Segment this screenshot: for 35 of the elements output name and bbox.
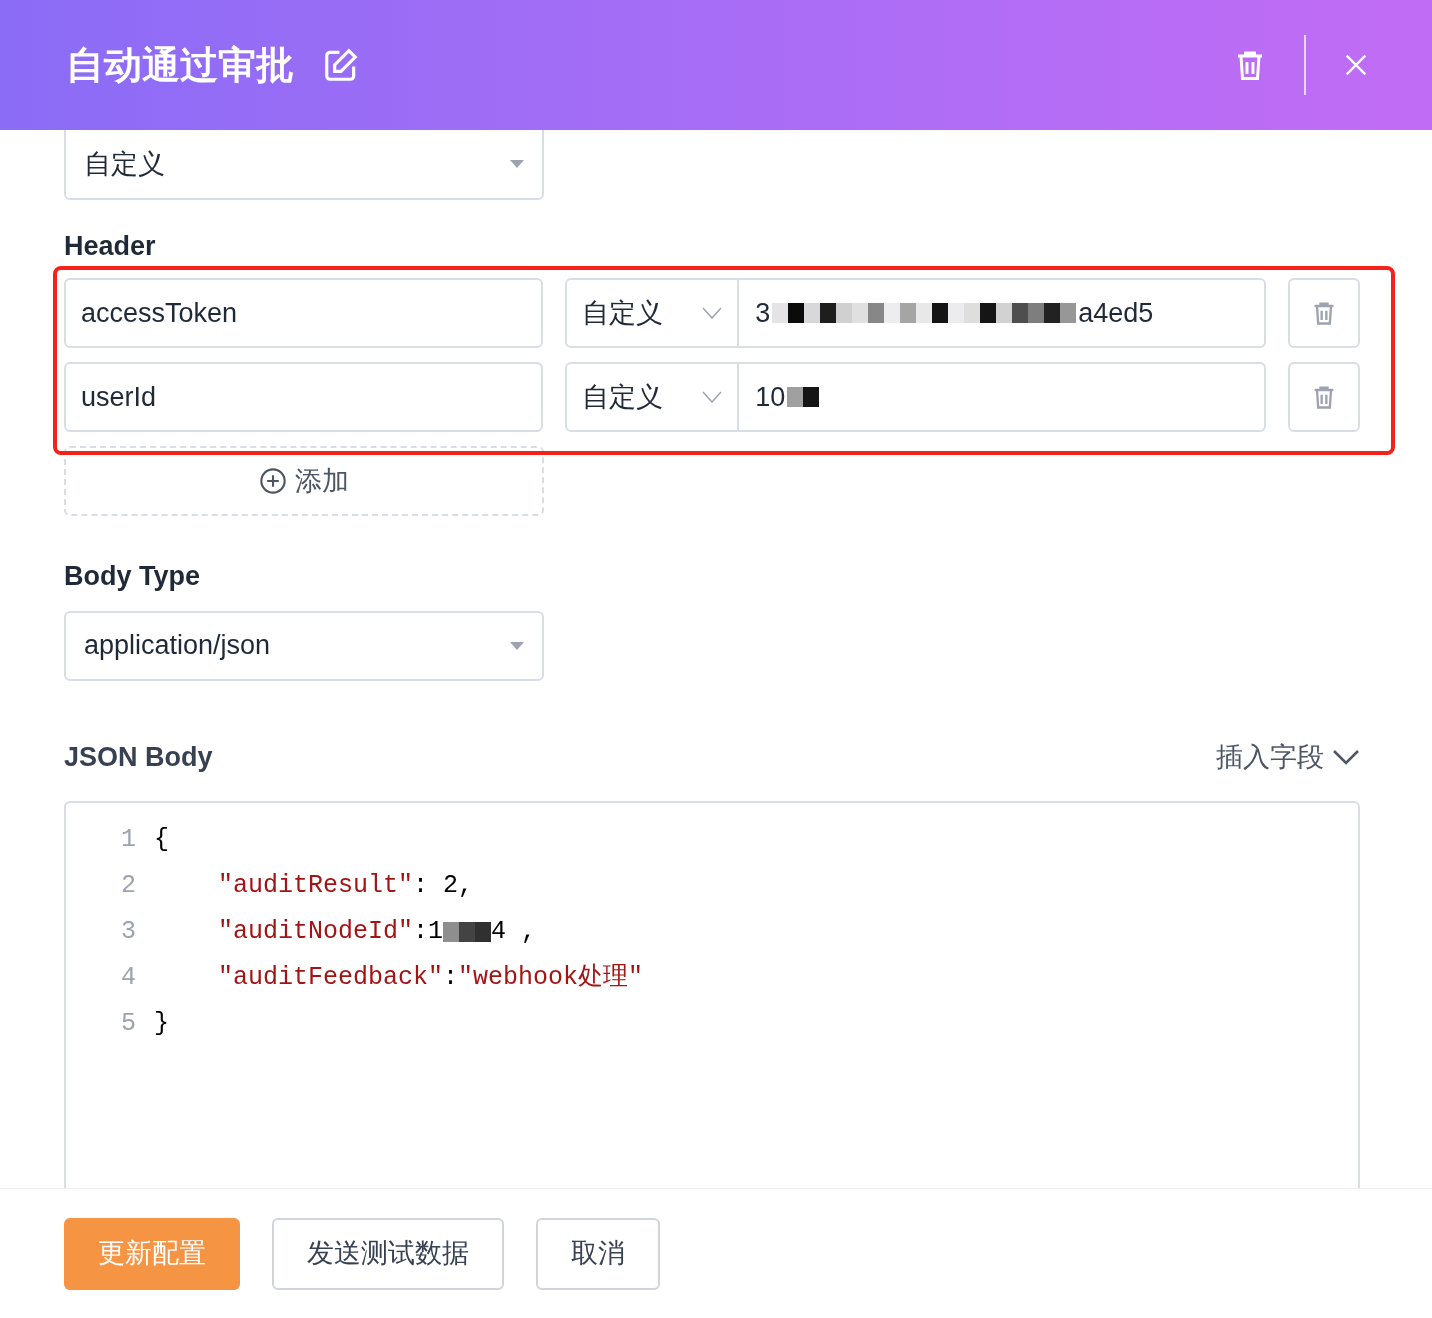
- pixelated-mosaic: [443, 922, 492, 942]
- section-label: JSON Body: [64, 740, 213, 774]
- plus-circle-icon: [259, 467, 287, 495]
- add-header-button[interactable]: 添加: [64, 446, 544, 516]
- code-text: 4 ,: [491, 916, 537, 949]
- code-string: "auditFeedback": [218, 962, 444, 995]
- edit-icon[interactable]: [322, 46, 360, 84]
- code-text: : 2,: [413, 870, 474, 903]
- code-string: "webhook处理": [458, 962, 644, 995]
- delete-row-button[interactable]: [1288, 278, 1360, 348]
- insert-field-menu[interactable]: 插入字段: [1216, 736, 1360, 777]
- code-text: }: [154, 1008, 169, 1041]
- dropdown-caret-icon: [510, 160, 524, 168]
- code-text: {: [154, 824, 169, 857]
- chevron-down-icon: [1332, 748, 1360, 765]
- delete-row-button[interactable]: [1288, 362, 1360, 432]
- line-number: 1: [120, 824, 136, 857]
- section-label: Body Type: [64, 560, 201, 593]
- code-string: "auditResult": [218, 870, 414, 903]
- dropdown-caret-icon: [510, 641, 524, 650]
- line-number: 2: [120, 870, 136, 903]
- line-number: 5: [120, 1008, 136, 1041]
- line-number: 3: [120, 916, 136, 949]
- body-type-select[interactable]: application/json: [64, 610, 544, 681]
- dialog-title: 自动通过审批: [66, 42, 294, 88]
- code-text: :1: [413, 916, 444, 949]
- auth-select[interactable]: 自定义: [64, 130, 544, 200]
- line-number: 4: [120, 962, 136, 995]
- code-string: "auditNodeId": [218, 916, 414, 949]
- header-key-field[interactable]: accessToken: [64, 278, 544, 348]
- footer-button[interactable]: 取消: [536, 1217, 660, 1290]
- header-key-field[interactable]: userId: [64, 362, 544, 432]
- code-text: :: [443, 962, 459, 995]
- footer-button[interactable]: 发送测试数据: [272, 1217, 504, 1290]
- section-label: Header: [64, 230, 157, 262]
